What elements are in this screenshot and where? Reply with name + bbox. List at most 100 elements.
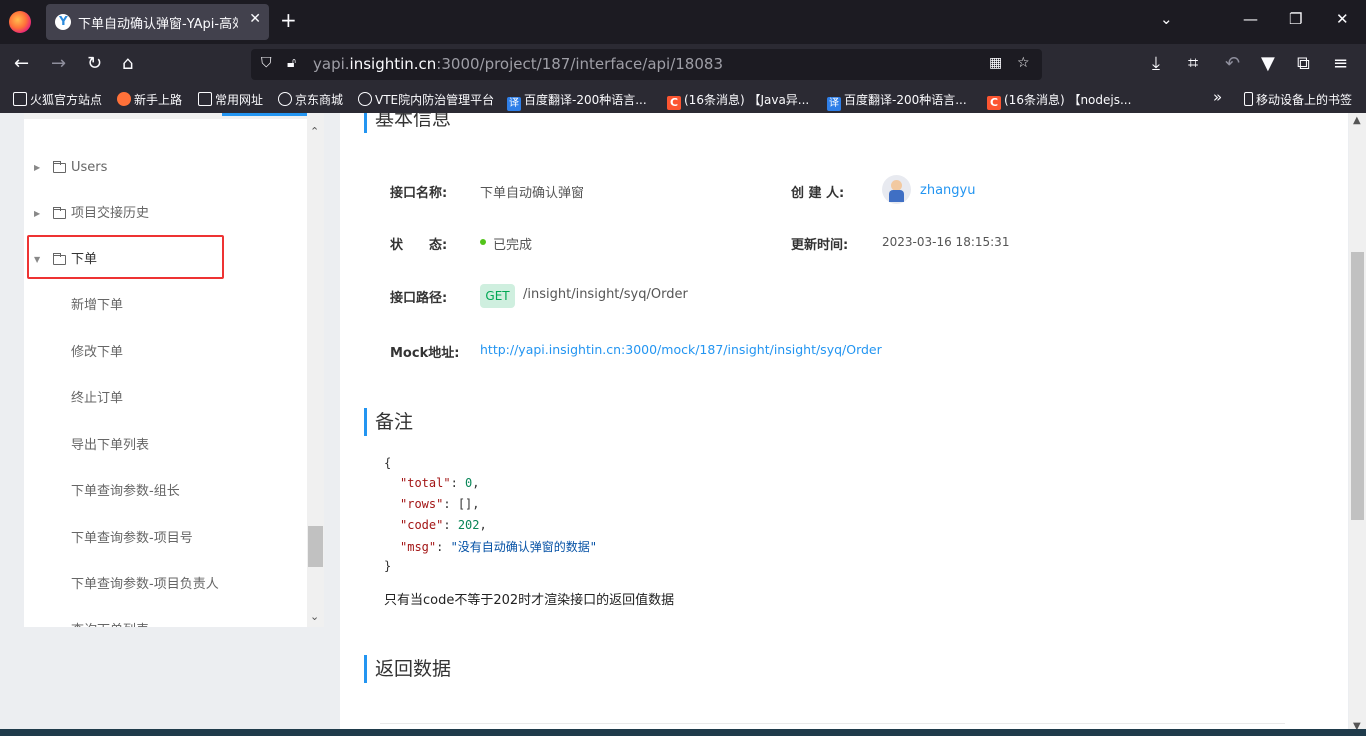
folder-icon: [13, 92, 27, 106]
back-arrow-icon[interactable]: ←: [14, 52, 29, 76]
app-menu-icon[interactable]: ≡: [1333, 52, 1348, 76]
json-line: {: [384, 456, 392, 470]
tracking-shield-icon[interactable]: ⛉: [261, 55, 272, 71]
bookmark-item[interactable]: 译百度翻译-200种语言...: [827, 91, 967, 111]
scrollbar-thumb[interactable]: [1351, 252, 1364, 520]
field-label-mock: Mock地址:: [390, 346, 460, 361]
tree-item[interactable]: 修改下单: [71, 341, 123, 360]
qr-code-icon[interactable]: ▦: [989, 55, 1002, 71]
creator-link[interactable]: zhangyu: [920, 183, 975, 198]
caret-right-icon[interactable]: ▶: [34, 194, 40, 234]
phone-icon: [1244, 92, 1253, 106]
folder-icon: [53, 161, 66, 173]
scroll-up-icon[interactable]: ⌃: [310, 125, 319, 138]
tree-item[interactable]: 终止订单: [71, 387, 123, 406]
tree-item[interactable]: 下单查询参数-项目号: [71, 527, 193, 546]
tab-list-chevron-icon[interactable]: ⌄: [1160, 10, 1173, 28]
mobile-bookmarks[interactable]: 移动设备上的书签: [1244, 91, 1352, 108]
highlight-annotation-box: [27, 235, 224, 279]
screenshot-crop-icon[interactable]: ⌗: [1188, 52, 1198, 76]
tree-item[interactable]: 下单查询参数-组长: [71, 480, 180, 499]
field-value-name: 下单自动确认弹窗: [480, 186, 585, 201]
field-value-updated: 2023-03-16 18:15:31: [882, 235, 1010, 249]
section-title-remark: 备注: [364, 408, 413, 436]
json-line: }: [384, 559, 392, 573]
tree-item[interactable]: 导出下单列表: [71, 434, 149, 453]
scroll-up-icon[interactable]: ▲: [1353, 115, 1361, 126]
tab-title: 下单自动确认弹窗-YApi-高效、易用、功能强大的可视化接口管理平台: [78, 17, 238, 32]
interface-tree-sidebar: ▶ Users ▶ 项目交接历史 ▼ 下单 新增下单 修改下单 终止订单 导出下…: [24, 113, 307, 627]
forward-arrow-icon[interactable]: →: [51, 52, 66, 76]
interface-detail-panel: 基本信息 接口名称: 下单自动确认弹窗 创 建 人: zhangyu 状 态: …: [340, 113, 1348, 736]
csdn-icon: C: [987, 96, 1001, 110]
url-bar[interactable]: ⛉ 🔓︎ yapi.insightin.cn:3000/project/187/…: [251, 49, 1042, 80]
minimize-icon[interactable]: —: [1243, 10, 1258, 28]
tree-folder-handover-history[interactable]: ▶ 项目交接历史: [24, 194, 307, 234]
downloads-icon[interactable]: ⤓: [1152, 52, 1160, 76]
vue-devtools-icon[interactable]: ▼: [1261, 52, 1275, 76]
caret-right-icon[interactable]: ▶: [34, 148, 40, 188]
insecure-lock-icon[interactable]: 🔓︎: [287, 55, 296, 71]
folder-icon: [53, 207, 66, 219]
tree-item[interactable]: 下单查询参数-项目负责人: [71, 573, 219, 592]
mock-url-link[interactable]: http://yapi.insightin.cn:3000/mock/187/i…: [480, 342, 882, 357]
field-label-status: 状 态:: [390, 238, 448, 253]
status-dot-icon: [480, 239, 486, 245]
tab-close-icon[interactable]: ✕: [249, 11, 261, 27]
browser-tab-bar: 下单自动确认弹窗-YApi-高效、易用、功能强大的可视化接口管理平台 ✕ + ⌄…: [0, 0, 1366, 44]
bookmark-star-icon[interactable]: ☆: [1017, 55, 1030, 71]
undo-icon[interactable]: ↶: [1225, 52, 1240, 76]
os-taskbar: [0, 729, 1366, 736]
tree-folder-users[interactable]: ▶ Users: [24, 148, 307, 188]
browser-tab-active[interactable]: 下单自动确认弹窗-YApi-高效、易用、功能强大的可视化接口管理平台 ✕: [46, 4, 269, 40]
section-title-return: 返回数据: [364, 655, 451, 683]
avatar[interactable]: [882, 175, 911, 204]
field-label-path: 接口路径:: [390, 291, 448, 306]
firefox-icon: [117, 92, 131, 106]
url-text[interactable]: yapi.insightin.cn:3000/project/187/inter…: [313, 55, 723, 73]
field-label-creator: 创 建 人:: [791, 186, 845, 201]
json-line: "code": 202,: [400, 518, 487, 532]
yapi-favicon-icon: [55, 14, 71, 30]
csdn-icon: C: [667, 96, 681, 110]
bookmark-item[interactable]: C (16条消息) 【nodejs...: [987, 91, 1131, 110]
reload-icon[interactable]: ↻: [87, 52, 102, 76]
new-tab-button[interactable]: +: [280, 8, 297, 32]
bookmark-item[interactable]: 新手上路: [117, 91, 182, 108]
json-line: "total": 0,: [400, 476, 480, 490]
folder-icon: [198, 92, 212, 106]
tree-item[interactable]: 查询下单列表: [71, 619, 149, 627]
window-close-icon[interactable]: ✕: [1336, 10, 1349, 28]
baidu-translate-icon: 译: [507, 97, 521, 111]
tree-folder-label: 项目交接历史: [71, 206, 150, 221]
bookmark-item[interactable]: 京东商城: [278, 91, 343, 108]
json-line: "rows": [],: [400, 497, 480, 511]
scrollbar-thumb[interactable]: [308, 526, 323, 567]
page-scrollbar[interactable]: ▲ ▼: [1349, 113, 1366, 736]
bookmark-item[interactable]: C (16条消息) 【Java异...: [667, 91, 809, 110]
sidebar-search-strip: [24, 113, 307, 119]
extensions-icon[interactable]: ⧉: [1297, 52, 1310, 76]
field-label-updated: 更新时间:: [791, 238, 849, 253]
field-value-path: /insight/insight/syq/Order: [523, 287, 688, 302]
method-tag: GET: [480, 284, 515, 308]
baidu-translate-icon: 译: [827, 97, 841, 111]
section-title-basic: 基本信息: [364, 113, 451, 133]
globe-icon: [278, 92, 292, 106]
globe-icon: [358, 92, 372, 106]
bookmarks-overflow-icon[interactable]: »: [1213, 88, 1222, 106]
bookmark-item[interactable]: 常用网址: [198, 91, 263, 108]
sidebar-scrollbar[interactable]: ⌃ ⌄: [307, 113, 324, 627]
remark-note: 只有当code不等于202时才渲染接口的返回值数据: [384, 593, 675, 608]
field-label-name: 接口名称:: [390, 186, 448, 201]
bookmark-item[interactable]: 译百度翻译-200种语言...: [507, 91, 647, 111]
tree-item[interactable]: 新增下单: [71, 294, 123, 313]
status-badge: 已完成: [493, 238, 533, 253]
home-icon[interactable]: ⌂: [122, 52, 133, 76]
bookmark-item[interactable]: 火狐官方站点: [13, 91, 102, 108]
bookmark-item[interactable]: VTE院内防治管理平台: [358, 91, 494, 108]
restore-icon[interactable]: ❐: [1289, 10, 1302, 28]
bookmarks-bar: 火狐官方站点 新手上路 常用网址 京东商城 VTE院内防治管理平台 译百度翻译-…: [0, 85, 1366, 113]
scroll-down-icon[interactable]: ⌄: [310, 610, 319, 623]
firefox-menu-icon[interactable]: [9, 11, 31, 33]
